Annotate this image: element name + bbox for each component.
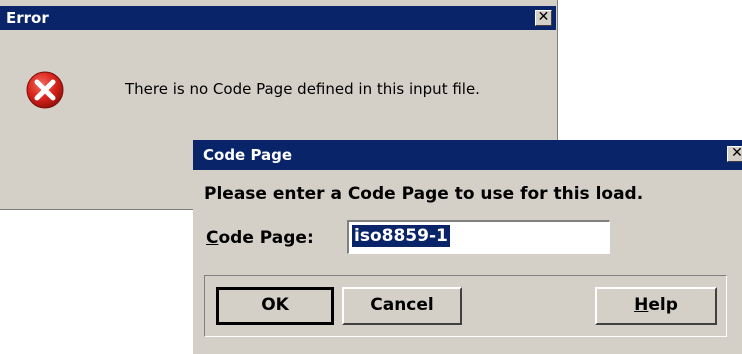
- error-icon: [25, 70, 65, 110]
- code-page-dialog: Code Page ✕ Please enter a Code Page to …: [193, 140, 742, 354]
- close-icon: ✕: [731, 145, 742, 161]
- code-page-input[interactable]: iso8859-1: [347, 220, 610, 254]
- help-button-label: elp: [648, 295, 678, 315]
- code-page-close-button[interactable]: ✕: [727, 146, 742, 162]
- code-page-dialog-titlebar[interactable]: Code Page ✕: [193, 140, 742, 170]
- help-button-mnemonic: H: [634, 295, 649, 315]
- code-page-input-value: iso8859-1: [352, 225, 450, 247]
- code-page-label: Code Page:: [206, 228, 314, 248]
- help-button[interactable]: Help: [595, 287, 717, 325]
- code-page-dialog-title: Code Page: [203, 146, 293, 164]
- error-dialog-title: Error: [6, 9, 49, 27]
- error-close-button[interactable]: ✕: [535, 10, 552, 26]
- code-page-label-mnemonic: C: [206, 228, 219, 248]
- ok-button[interactable]: OK: [216, 287, 334, 325]
- error-dialog-titlebar[interactable]: Error ✕: [0, 6, 556, 30]
- code-page-prompt: Please enter a Code Page to use for this…: [204, 184, 644, 204]
- close-icon: ✕: [537, 9, 550, 25]
- button-group: OK Cancel Help: [204, 275, 727, 337]
- error-message: There is no Code Page defined in this in…: [125, 80, 480, 98]
- code-page-label-text: ode Page:: [218, 228, 314, 248]
- cancel-button[interactable]: Cancel: [342, 287, 462, 325]
